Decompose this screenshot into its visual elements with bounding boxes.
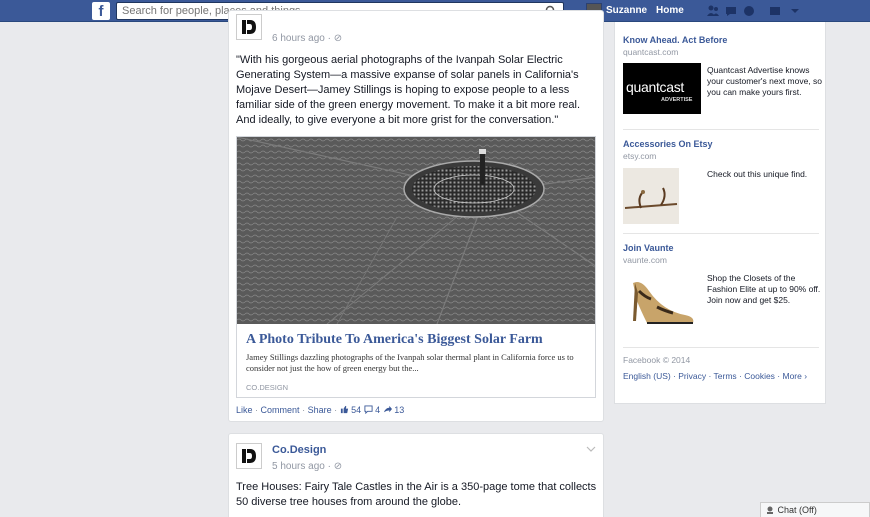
likes-count[interactable]: 54 (351, 405, 361, 415)
link-title[interactable]: A Photo Tribute To America's Biggest Sol… (246, 332, 543, 348)
link-description: Jamey Stillings dazzling photographs of … (246, 352, 574, 373)
shares-count[interactable]: 13 (394, 405, 404, 415)
chat-sidebar-toggle[interactable]: Chat (Off) (760, 502, 870, 517)
chat-icon (767, 506, 773, 514)
story-actions: Like · Comment · Share · 54 4 13 (236, 405, 404, 415)
page-logo[interactable] (236, 443, 262, 469)
ad-domain: quantcast.com (623, 47, 679, 57)
facebook-logo[interactable]: f (92, 2, 110, 20)
solar-farm-photo[interactable] (237, 137, 595, 324)
ad-text: Shop the Closets of the Fashion Elite at… (707, 273, 821, 305)
post-timestamp[interactable]: 6 hours ago · ⊘ (272, 33, 342, 44)
like-link[interactable]: Like (236, 405, 253, 415)
messages-icon[interactable] (724, 4, 738, 18)
user-name-link[interactable]: Suzanne (606, 5, 647, 16)
quantcast-logo: quantcast (626, 79, 685, 95)
share-link[interactable]: Share (308, 405, 332, 415)
copyright-text: Facebook © 2014 (623, 355, 691, 365)
ad-title[interactable]: Know Ahead. Act Before (623, 35, 727, 45)
post-text: Tree Houses: Fairy Tale Castles in the A… (236, 481, 597, 508)
chat-label: Chat (Off) (777, 505, 817, 515)
comments-count[interactable]: 4 (375, 405, 380, 415)
advertise-badge: ADVERTISE (661, 97, 693, 103)
account-menu-icon[interactable] (788, 4, 802, 18)
link-source: CO.DESIGN (246, 383, 289, 392)
divider (623, 347, 819, 348)
comment-link[interactable]: Comment (261, 405, 300, 415)
co-design-logo-icon (242, 449, 256, 463)
ad-title[interactable]: Join Vaunte (623, 243, 674, 253)
ad-text: Quantcast Advertise knows your customer'… (707, 65, 822, 97)
friend-requests-icon[interactable] (706, 4, 720, 18)
ad-text: Check out this unique find. (707, 169, 808, 179)
high-heel-shoe-image (633, 282, 694, 324)
ad-image[interactable] (623, 271, 701, 329)
footer-links[interactable]: English (US) · Privacy · Terms · Cookies… (623, 371, 823, 382)
page-logo[interactable] (236, 14, 262, 40)
ad-image[interactable]: quantcast ADVERTISE (623, 63, 701, 114)
privacy-shortcuts-icon[interactable] (768, 4, 782, 18)
comment-bubble-icon (364, 405, 373, 415)
thumbs-up-icon (340, 405, 348, 414)
home-link[interactable]: Home (656, 5, 684, 16)
divider (623, 129, 819, 130)
ad-domain: vaunte.com (623, 255, 667, 265)
aerial-solar-farm-image (237, 137, 595, 324)
ad-domain: etsy.com (623, 151, 657, 161)
ad-image[interactable] (623, 168, 679, 224)
sponsored-ads-column: Know Ahead. Act Before quantcast.com qua… (614, 22, 826, 404)
post-text: "With his gorgeous aerial photographs of… (236, 54, 581, 126)
share-arrow-icon (383, 405, 392, 413)
post-timestamp[interactable]: 5 hours ago · ⊘ (272, 461, 342, 472)
notifications-icon[interactable] (742, 4, 756, 18)
co-design-logo-icon (242, 20, 256, 34)
ad-title[interactable]: Accessories On Etsy (623, 139, 713, 149)
jewelry-hook-image (623, 168, 679, 224)
link-preview[interactable]: A Photo Tribute To America's Biggest Sol… (236, 136, 596, 398)
divider (623, 233, 819, 234)
chevron-down-icon[interactable] (586, 445, 596, 453)
page-name-link[interactable]: Co.Design (272, 444, 326, 456)
